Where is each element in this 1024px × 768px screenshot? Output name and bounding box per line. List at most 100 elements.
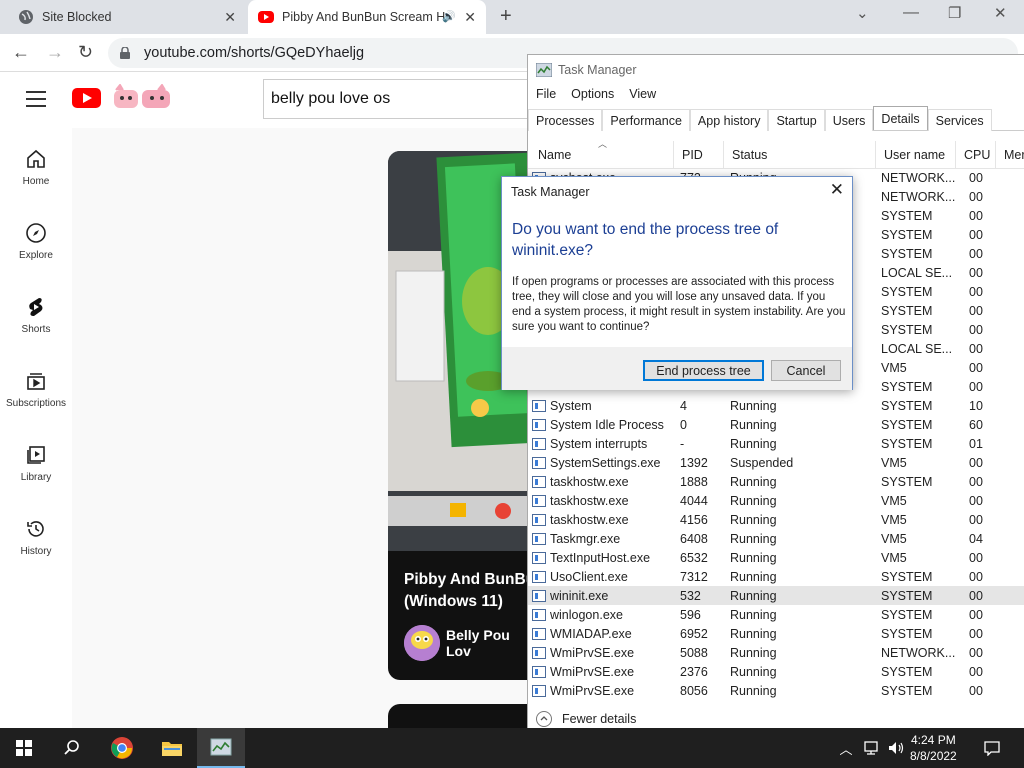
- tab-search-icon[interactable]: ⌄: [856, 4, 869, 22]
- menu-view[interactable]: View: [629, 87, 656, 101]
- start-button[interactable]: [0, 728, 48, 768]
- process-pid: 1392: [680, 455, 708, 470]
- sidebar-item-label: Shorts: [21, 324, 51, 335]
- close-window-button[interactable]: ✕: [994, 4, 1007, 22]
- process-pid: -: [680, 436, 685, 451]
- table-row[interactable]: taskhostw.exe 4044 Running VM5 00: [528, 491, 1024, 510]
- file-explorer-taskbar-button[interactable]: [148, 728, 196, 768]
- table-row[interactable]: TextInputHost.exe 6532 Running VM5 00: [528, 548, 1024, 567]
- process-name: WmiPrvSE.exe: [550, 683, 635, 698]
- menu-icon[interactable]: [26, 91, 46, 107]
- menu-options[interactable]: Options: [571, 87, 614, 101]
- tab-title: Pibby And BunBun Scream H: [282, 10, 446, 24]
- youtube-logo[interactable]: [72, 88, 101, 108]
- process-status: Running: [730, 531, 777, 546]
- video-title[interactable]: Pibby And BunBun (Windows 11): [404, 569, 538, 613]
- process-pid: 6408: [680, 531, 708, 546]
- column-user-name[interactable]: User name: [876, 141, 956, 169]
- tab-details[interactable]: Details: [873, 106, 928, 130]
- sidebar-item-subscriptions[interactable]: Subscriptions: [0, 370, 72, 409]
- network-icon[interactable]: [860, 728, 884, 768]
- process-pid: 0: [680, 417, 687, 432]
- process-user: SYSTEM: [881, 474, 933, 489]
- process-icon: [532, 418, 546, 431]
- search-button[interactable]: [48, 728, 96, 768]
- youtube-sidebar: Home Explore Shorts Subscriptions Librar…: [0, 128, 72, 728]
- process-pid: 6952: [680, 626, 708, 641]
- tab-youtube-video[interactable]: Pibby And BunBun Scream H 🔊 ✕: [248, 0, 486, 34]
- fewer-details-button[interactable]: Fewer details: [536, 711, 636, 727]
- process-icon: [532, 475, 546, 488]
- process-status: Running: [730, 512, 777, 527]
- forward-arrow-icon[interactable]: →: [46, 42, 64, 63]
- table-row[interactable]: wininit.exe 532 Running SYSTEM 00: [528, 586, 1024, 605]
- process-cpu: 00: [969, 227, 983, 242]
- tab-users[interactable]: Users: [824, 109, 874, 131]
- process-icon: [532, 570, 546, 583]
- task-manager-taskbar-button[interactable]: [197, 728, 245, 768]
- channel-info[interactable]: Belly Pou Lov: [404, 625, 538, 661]
- table-row[interactable]: UsoClient.exe 7312 Running SYSTEM 00: [528, 567, 1024, 586]
- tab-app-history[interactable]: App history: [689, 109, 769, 131]
- audio-playing-icon[interactable]: 🔊: [442, 10, 456, 23]
- tab-processes[interactable]: Processes: [528, 109, 603, 131]
- table-row[interactable]: taskhostw.exe 4156 Running VM5 00: [528, 510, 1024, 529]
- column-memory[interactable]: Mer: [996, 141, 1024, 169]
- lock-icon: [120, 46, 130, 59]
- back-arrow-icon[interactable]: ←: [12, 42, 30, 63]
- dialog-message: If open programs or processes are associ…: [512, 276, 846, 333]
- sidebar-item-library[interactable]: Library: [0, 444, 72, 483]
- process-icon: [532, 437, 546, 450]
- column-pid[interactable]: PID: [674, 141, 724, 169]
- process-pid: 2376: [680, 664, 708, 679]
- search-input[interactable]: belly pou love os: [263, 79, 563, 119]
- chrome-taskbar-button[interactable]: [98, 728, 146, 768]
- process-cpu: 00: [969, 569, 983, 584]
- process-name: taskhostw.exe: [550, 474, 629, 489]
- tab-services[interactable]: Services: [927, 109, 992, 131]
- channel-avatar[interactable]: [404, 625, 440, 661]
- process-name: UsoClient.exe: [550, 569, 628, 584]
- table-row[interactable]: WmiPrvSE.exe 2376 Running SYSTEM 00: [528, 662, 1024, 681]
- tab-site-blocked[interactable]: Site Blocked ✕: [8, 0, 246, 34]
- sidebar-item-shorts[interactable]: Shorts: [0, 296, 72, 335]
- table-row[interactable]: SystemSettings.exe 1392 Suspended VM5 00: [528, 453, 1024, 472]
- menu-file[interactable]: File: [536, 87, 556, 101]
- system-clock[interactable]: 4:24 PM 8/8/2022: [910, 732, 957, 764]
- youtube-doodle-logo[interactable]: [112, 83, 174, 110]
- table-row[interactable]: System 4 Running SYSTEM 10: [528, 396, 1024, 415]
- table-row[interactable]: Taskmgr.exe 6408 Running VM5 04: [528, 529, 1024, 548]
- close-tab-icon[interactable]: ✕: [464, 9, 476, 26]
- tab-startup[interactable]: Startup: [768, 109, 825, 131]
- column-cpu[interactable]: CPU: [956, 141, 996, 169]
- process-user: SYSTEM: [881, 246, 933, 261]
- new-tab-button[interactable]: +: [500, 5, 512, 28]
- restore-button[interactable]: ❐: [948, 4, 961, 22]
- show-hidden-icons-chevron-icon[interactable]: ︿: [836, 728, 856, 768]
- table-row[interactable]: taskhostw.exe 1888 Running SYSTEM 00: [528, 472, 1024, 491]
- table-row[interactable]: System Idle Process 0 Running SYSTEM 60: [528, 415, 1024, 434]
- column-status[interactable]: Status: [724, 141, 876, 169]
- tab-performance[interactable]: Performance: [602, 109, 690, 131]
- process-icon: [532, 513, 546, 526]
- table-row[interactable]: System interrupts - Running SYSTEM 01: [528, 434, 1024, 453]
- sidebar-item-home[interactable]: Home: [0, 148, 72, 187]
- sidebar-item-label: History: [20, 546, 52, 557]
- cancel-button[interactable]: Cancel: [771, 360, 841, 381]
- table-row[interactable]: WmiPrvSE.exe 8056 Running SYSTEM 00: [528, 681, 1024, 698]
- sidebar-item-history[interactable]: History: [0, 518, 72, 557]
- table-row[interactable]: WmiPrvSE.exe 5088 Running NETWORK... 00: [528, 643, 1024, 662]
- table-row[interactable]: WMIADAP.exe 6952 Running SYSTEM 00: [528, 624, 1024, 643]
- process-user: VM5: [881, 493, 907, 508]
- end-process-tree-button[interactable]: End process tree: [643, 360, 764, 381]
- notification-center-icon[interactable]: [978, 728, 1006, 768]
- close-tab-icon[interactable]: ✕: [224, 9, 236, 26]
- table-row[interactable]: winlogon.exe 596 Running SYSTEM 00: [528, 605, 1024, 624]
- minimize-button[interactable]: —: [903, 4, 919, 22]
- close-icon[interactable]: ✕: [830, 180, 844, 200]
- reload-icon[interactable]: ↻: [78, 42, 93, 63]
- process-cpu: 00: [969, 550, 983, 565]
- sidebar-item-explore[interactable]: Explore: [0, 222, 72, 261]
- volume-icon[interactable]: [884, 728, 908, 768]
- process-icon: [532, 532, 546, 545]
